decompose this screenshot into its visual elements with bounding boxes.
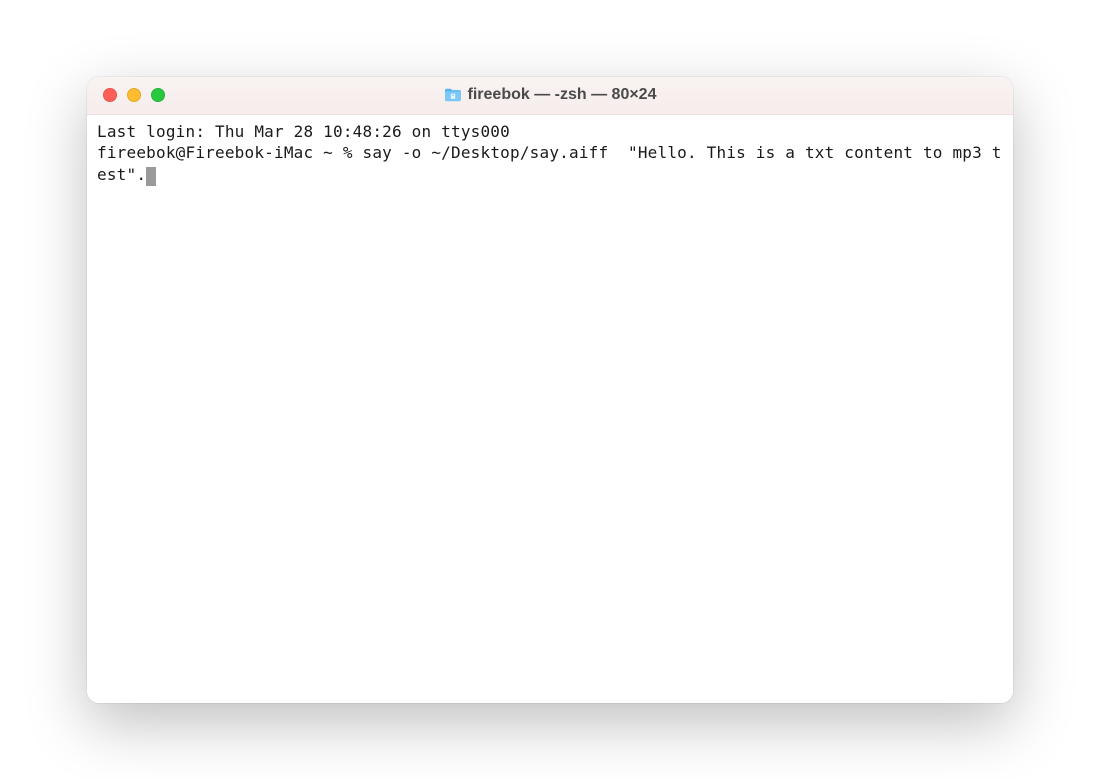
terminal-prompt: fireebok@Fireebok-iMac ~ % xyxy=(97,143,363,162)
close-button[interactable] xyxy=(103,88,117,102)
window-title: fireebok — -zsh — 80×24 xyxy=(468,86,657,104)
terminal-body[interactable]: Last login: Thu Mar 28 10:48:26 on ttys0… xyxy=(87,115,1013,703)
terminal-output-line: Last login: Thu Mar 28 10:48:26 on ttys0… xyxy=(97,121,1003,143)
window-title-group: fireebok — -zsh — 80×24 xyxy=(87,86,1013,104)
cursor xyxy=(146,167,156,186)
traffic-lights xyxy=(87,88,165,102)
folder-icon xyxy=(444,88,462,102)
title-bar[interactable]: fireebok — -zsh — 80×24 xyxy=(87,77,1013,115)
minimize-button[interactable] xyxy=(127,88,141,102)
maximize-button[interactable] xyxy=(151,88,165,102)
terminal-window: fireebok — -zsh — 80×24 Last login: Thu … xyxy=(87,77,1013,703)
